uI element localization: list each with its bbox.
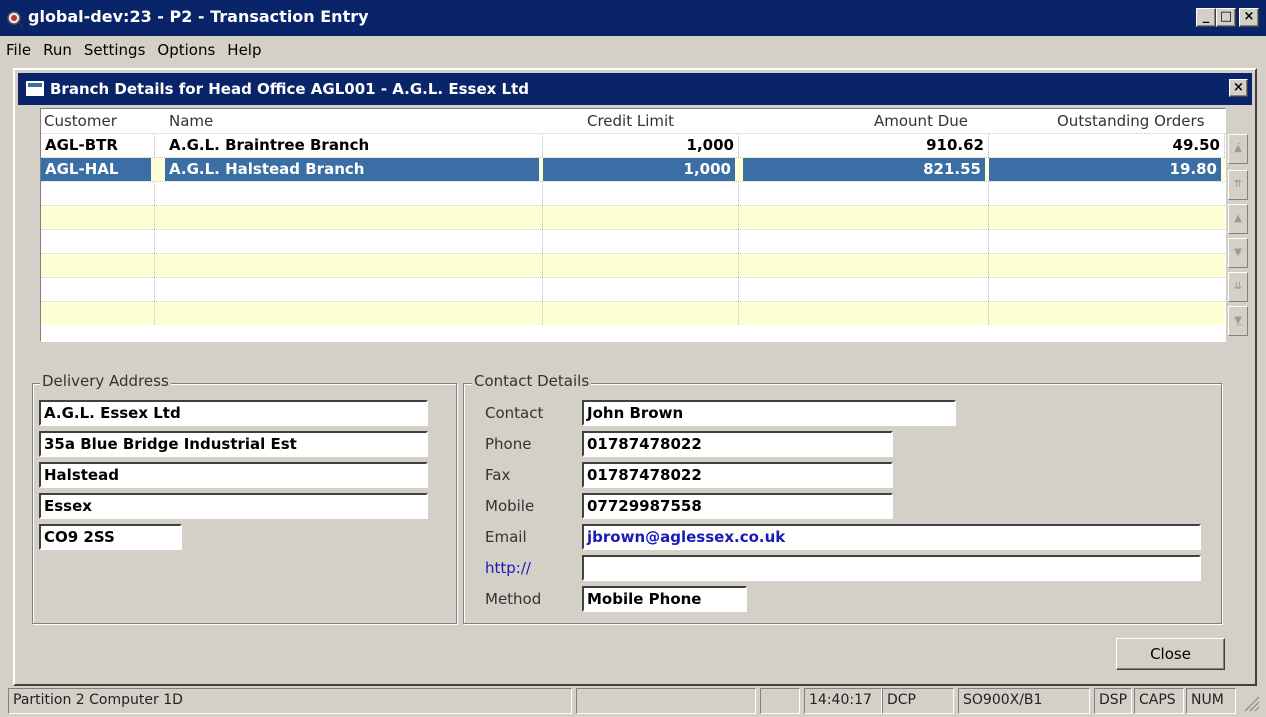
table-row-empty[interactable] xyxy=(41,277,1225,301)
minimize-button[interactable]: _ xyxy=(1196,8,1216,27)
address-line2-field[interactable]: 35a Blue Bridge Industrial Est xyxy=(39,431,428,457)
close-icon: × xyxy=(1233,80,1244,95)
cell-credit-limit: 1,000 xyxy=(543,134,739,157)
contact-details-legend: Contact Details xyxy=(472,372,592,390)
table-row[interactable]: AGL-BTR A.G.L. Braintree Branch 1,000 91… xyxy=(41,133,1225,157)
maximize-button[interactable]: □ xyxy=(1216,8,1236,27)
scroll-bottom-button[interactable]: ▼̲ xyxy=(1228,306,1248,336)
cell-outstanding-orders: 49.50 xyxy=(989,134,1225,157)
page-up-icon: ⇈ xyxy=(1233,179,1243,190)
app-icon xyxy=(7,11,24,28)
address-line1-field[interactable]: A.G.L. Essex Ltd xyxy=(39,400,428,426)
page-down-icon: ⇊ xyxy=(1233,281,1243,292)
table-row-empty[interactable] xyxy=(41,205,1225,229)
web-link-label[interactable]: http:// xyxy=(485,559,531,577)
col-header-customer[interactable]: Customer xyxy=(44,112,117,130)
cell-customer: AGL-BTR xyxy=(41,134,155,157)
close-window-button[interactable]: × xyxy=(1239,8,1259,27)
delivery-address-legend: Delivery Address xyxy=(40,372,171,390)
cell-amount-due: 910.62 xyxy=(743,134,989,157)
maximize-icon: □ xyxy=(1219,9,1233,24)
contact-label: Contact xyxy=(485,404,544,422)
grid-header: Customer Name Credit Limit Amount Due Ou… xyxy=(41,109,1225,133)
table-row-empty[interactable] xyxy=(41,301,1225,325)
website-field[interactable] xyxy=(582,555,1201,581)
minimize-icon: _ xyxy=(1202,9,1210,24)
table-row-empty[interactable] xyxy=(41,253,1225,277)
col-header-amount-due[interactable]: Amount Due xyxy=(874,112,968,130)
contact-field[interactable]: John Brown xyxy=(582,400,956,426)
mobile-label: Mobile xyxy=(485,497,535,515)
dialog-title: Branch Details for Head Office AGL001 - … xyxy=(50,80,529,98)
window-title: global-dev:23 - P2 - Transaction Entry xyxy=(28,7,369,26)
address-line3-field[interactable]: Halstead xyxy=(39,462,428,488)
email-label: Email xyxy=(485,528,527,546)
menu-help[interactable]: Help xyxy=(221,37,267,63)
last-icon: ▼̲ xyxy=(1234,315,1242,326)
branch-details-dialog: Branch Details for Head Office AGL001 - … xyxy=(13,68,1257,686)
table-row-empty[interactable] xyxy=(41,181,1225,205)
branch-grid[interactable]: Customer Name Credit Limit Amount Due Ou… xyxy=(40,108,1226,342)
menu-file[interactable]: File xyxy=(0,37,37,63)
menu-run[interactable]: Run xyxy=(37,37,78,63)
resize-grip-icon[interactable] xyxy=(1242,694,1260,712)
contact-method-field[interactable]: Mobile Phone xyxy=(582,586,747,612)
col-header-name[interactable]: Name xyxy=(169,112,213,130)
cell-amount-due: 821.55 xyxy=(743,158,989,181)
cell-customer: AGL-HAL xyxy=(41,158,155,181)
scroll-page-down-button[interactable]: ⇊ xyxy=(1228,272,1248,302)
status-panel-2 xyxy=(576,688,756,714)
scroll-up-button[interactable]: ▲ xyxy=(1228,204,1248,234)
status-time: 14:40:17 xyxy=(804,688,882,714)
cell-name: A.G.L. Braintree Branch xyxy=(165,134,543,157)
cell-name: A.G.L. Halstead Branch xyxy=(165,158,543,181)
menu-settings[interactable]: Settings xyxy=(78,37,152,63)
status-caps: CAPS xyxy=(1134,688,1184,714)
status-mode: DCP xyxy=(882,688,954,714)
scroll-top-button[interactable]: ▲̄ xyxy=(1228,134,1248,164)
menu-bar: File Run Settings Options Help xyxy=(0,37,1266,63)
status-partition: Partition 2 Computer 1D xyxy=(8,688,572,714)
status-dsp: DSP xyxy=(1094,688,1132,714)
col-header-outstanding-orders[interactable]: Outstanding Orders xyxy=(1057,112,1205,130)
email-field[interactable]: jbrown@aglessex.co.uk xyxy=(582,524,1201,550)
dialog-title-bar[interactable]: Branch Details for Head Office AGL001 - … xyxy=(18,73,1252,105)
cell-credit-limit: 1,000 xyxy=(543,158,739,181)
fax-label: Fax xyxy=(485,466,511,484)
phone-field[interactable]: 01787478022 xyxy=(582,431,893,457)
window-icon xyxy=(26,81,44,96)
col-header-credit-limit[interactable]: Credit Limit xyxy=(587,112,674,130)
address-line4-field[interactable]: Essex xyxy=(39,493,428,519)
scroll-down-button[interactable]: ▼ xyxy=(1228,238,1248,268)
arrow-down-icon: ▼ xyxy=(1234,247,1242,258)
fax-field[interactable]: 01787478022 xyxy=(582,462,893,488)
status-reference: SO900X/B1 xyxy=(958,688,1090,714)
close-icon: × xyxy=(1243,9,1255,24)
dialog-close-button[interactable]: × xyxy=(1229,79,1248,97)
arrow-up-icon: ▲ xyxy=(1234,213,1242,224)
table-row-selected[interactable]: AGL-HAL A.G.L. Halstead Branch 1,000 821… xyxy=(41,157,1225,181)
first-icon: ▲̄ xyxy=(1234,143,1242,154)
menu-options[interactable]: Options xyxy=(151,37,221,63)
phone-label: Phone xyxy=(485,435,532,453)
method-label: Method xyxy=(485,590,542,608)
title-bar[interactable]: global-dev:23 - P2 - Transaction Entry _… xyxy=(0,0,1266,36)
mobile-field[interactable]: 07729987558 xyxy=(582,493,893,519)
postcode-field[interactable]: CO9 2SS xyxy=(39,524,182,550)
scroll-page-up-button[interactable]: ⇈ xyxy=(1228,170,1248,200)
status-num: NUM xyxy=(1186,688,1236,714)
table-row-empty[interactable] xyxy=(41,229,1225,253)
close-button[interactable]: Close xyxy=(1116,638,1225,670)
cell-outstanding-orders: 19.80 xyxy=(989,158,1225,181)
status-bar: Partition 2 Computer 1D 14:40:17 DCP SO9… xyxy=(0,688,1266,714)
status-panel-3 xyxy=(760,688,800,714)
